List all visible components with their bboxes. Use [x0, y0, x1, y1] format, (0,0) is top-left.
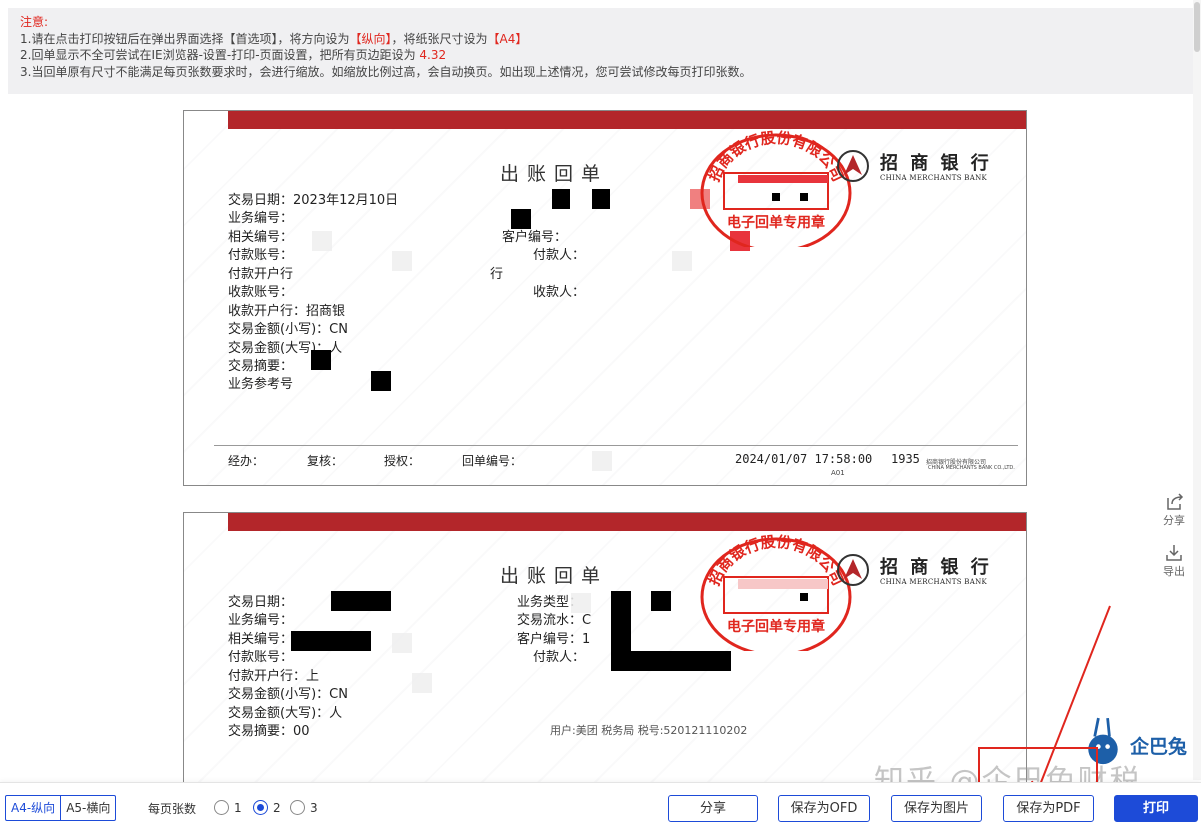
receipt-1: 出账回单 交易日期：2023年12月10日 业务编号： 相关编号： 付款账号： … [183, 110, 1027, 486]
scrollbar-thumb[interactable] [1194, 2, 1200, 52]
redaction [592, 451, 612, 471]
per-page-2[interactable]: 2 [253, 800, 281, 815]
redaction [552, 189, 570, 209]
receipt-top-bar [228, 513, 1026, 531]
field-amt-small: 交易金额(小写)：CN [228, 687, 348, 702]
save-ofd-button[interactable]: 保存为OFD [778, 795, 870, 822]
radio-circle[interactable] [214, 800, 229, 815]
redaction [291, 631, 371, 651]
field-ref: 业务参考号 [228, 377, 294, 392]
notice-line-1: 1.请在点击打印按钮后在弹出界面选择【首选项】，将方向设为【纵向】，将纸张尺寸设… [20, 31, 528, 46]
field-rel-no: 相关编号： [228, 632, 294, 647]
receipt-top-bar [228, 111, 1026, 129]
field-rel-no: 相关编号： [228, 230, 294, 245]
notice-line-3: 3.当回单原有尺寸不能满足每页张数要求时，会进行缩放。如缩放比例过高，会自动换页… [20, 64, 752, 79]
redaction [631, 651, 691, 671]
orient-a5-landscape[interactable]: A5-横向 [61, 796, 115, 820]
share-button[interactable]: 分享 [668, 795, 758, 822]
notice-title: 注意: [20, 15, 49, 29]
notice-panel: 注意: 1.请在点击打印按钮后在弹出界面选择【首选项】，将方向设为【纵向】，将纸… [8, 8, 1195, 94]
bank-logo: 招 商 银 行 CHINA MERCHANTS BANK [834, 149, 994, 189]
print-button[interactable]: 打印 [1114, 795, 1198, 822]
field-recv-bank: 收款开户行：招商银 [228, 304, 346, 319]
per-page-1[interactable]: 1 [214, 800, 242, 815]
footer-code: 1935 [891, 452, 920, 466]
radio-circle-selected[interactable] [253, 800, 268, 815]
field-recv-acct: 收款账号： [228, 285, 294, 300]
redaction [651, 591, 671, 611]
footer-a01: A01 [831, 469, 845, 477]
field-pay-acct: 付款账号： [228, 650, 294, 665]
redaction [611, 591, 631, 671]
footer-review: 复核： [307, 454, 344, 468]
radio-circle[interactable] [290, 800, 305, 815]
redaction [371, 371, 391, 391]
field-pay-bank: 付款开户行：上 [228, 669, 320, 684]
receipt-2: 出账回单 交易日期： 业务编号： 相关编号： 付款账号： 付款开户行：上 交易金… [183, 512, 1027, 784]
per-page-label: 每页张数 [148, 802, 197, 816]
download-icon [1166, 545, 1182, 561]
footer-receipt-no: 回单编号： [462, 454, 523, 468]
cmb-logo-icon [837, 554, 869, 586]
svg-text:电子回单专用章: 电子回单专用章 [727, 618, 825, 635]
redaction [311, 350, 331, 370]
field-pay-acct: 付款账号： [228, 248, 294, 263]
share-icon [1167, 493, 1184, 510]
field-summary: 交易摘要： [228, 359, 294, 374]
bottom-toolbar: A4-纵向 A5-横向 每页张数 1 2 3 分享 保存为OFD 保存为图片 保… [0, 782, 1201, 824]
redaction [392, 633, 412, 653]
orient-a4-portrait[interactable]: A4-纵向 [6, 796, 62, 820]
brand-name: 企巴兔 [1130, 736, 1188, 758]
redaction [312, 231, 332, 251]
redaction [511, 209, 531, 229]
field-amt-big: 交易金额(大写)：人 [228, 706, 343, 721]
footer-time: 2024/01/07 17:58:00 [735, 452, 873, 466]
field-biz-no: 业务编号： [228, 613, 294, 628]
bank-logo: 招 商 银 行 CHINA MERCHANTS BANK [834, 553, 994, 593]
redaction [672, 251, 692, 271]
receipt-title: 出账回单 [500, 163, 609, 185]
cmb-logo-icon [837, 150, 869, 182]
field-biz-no: 业务编号： [228, 211, 294, 226]
footer-handle: 经办： [228, 454, 265, 468]
per-page-3[interactable]: 3 [290, 800, 318, 815]
redaction [691, 651, 731, 671]
seal-stamp-icon: 招商银行股份有限公司 电子回单专用章 [700, 129, 852, 247]
receipt-footer-line [214, 445, 1018, 446]
field-note: 用户:美团 税务局 税号:520121110202 [550, 724, 748, 737]
notice-line-2: 2.回单显示不全可尝试在IE浏览器-设置-打印-页面设置，把所有页边距设为 4.… [20, 48, 447, 62]
field-date: 交易日期：2023年12月10日 [228, 193, 399, 208]
save-image-button[interactable]: 保存为图片 [891, 795, 982, 822]
field-summary: 交易摘要：00 [228, 724, 310, 739]
export-side-button[interactable]: 导出 [1158, 543, 1190, 579]
svg-text:电子回单专用章: 电子回单专用章 [727, 214, 825, 231]
field-payee: 收款人： [533, 285, 586, 300]
save-pdf-button[interactable]: 保存为PDF [1003, 795, 1094, 822]
scrollbar[interactable] [1193, 0, 1201, 780]
field-cust-no: 客户编号：1 [517, 632, 591, 647]
field-date: 交易日期： [228, 595, 294, 610]
field-payer: 付款人： [533, 248, 586, 263]
orientation-toggle: A4-纵向 A5-横向 [5, 795, 117, 821]
field-payer: 付款人： [533, 650, 586, 665]
redaction [571, 593, 591, 613]
redaction [412, 673, 432, 693]
seal-stamp-icon: 招商银行股份有限公司 电子回单专用章 [700, 533, 852, 651]
field-amt-small: 交易金额(小写)：CN [228, 322, 348, 337]
footer-auth: 授权： [384, 454, 421, 468]
field-pay-bank: 付款开户行 [228, 267, 294, 282]
receipt-title: 出账回单 [500, 565, 609, 587]
share-side-button[interactable]: 分享 [1158, 492, 1190, 528]
field-pay-bank-tail: 行 [490, 267, 504, 282]
redaction [331, 591, 391, 611]
redaction [592, 189, 610, 209]
redaction [392, 251, 412, 271]
footer-tiny-en: CHINA MERCHANTS BANK CO.,LTD. [928, 465, 1015, 471]
